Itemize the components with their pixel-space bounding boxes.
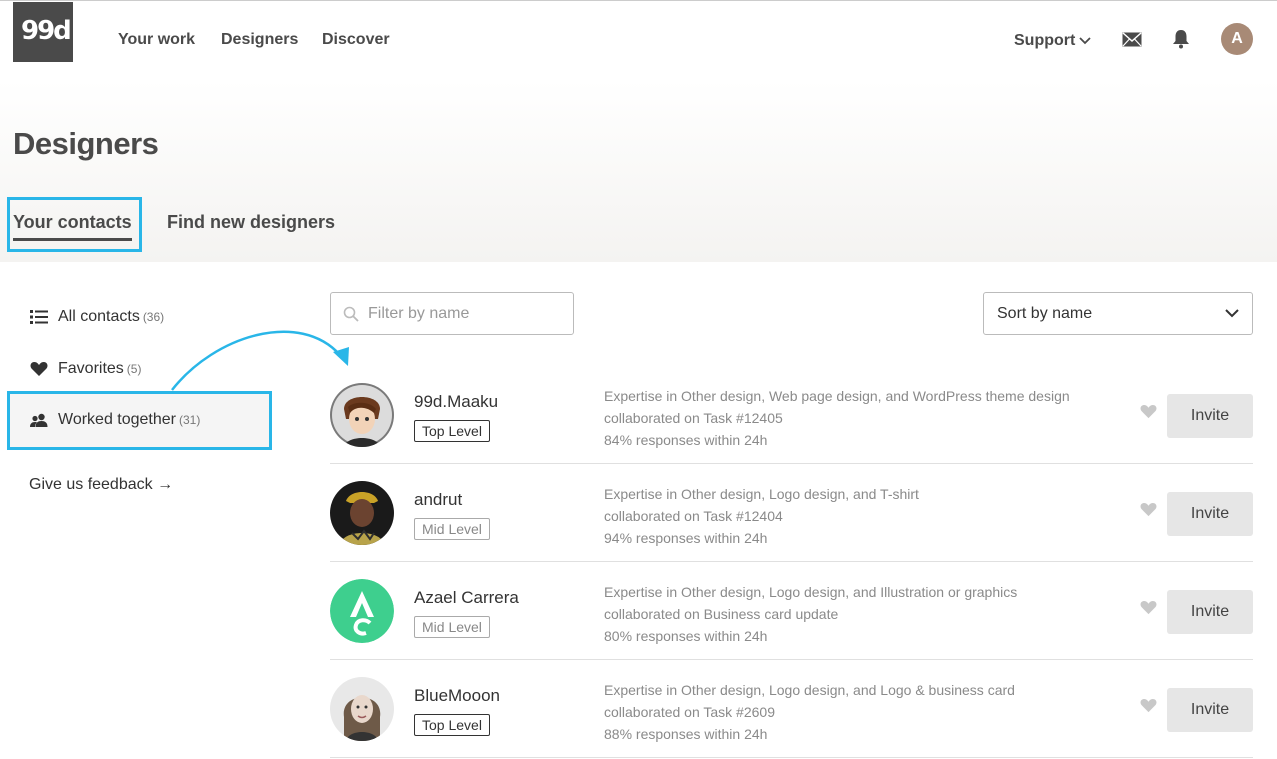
level-badge: Mid Level: [414, 616, 490, 638]
level-badge: Mid Level: [414, 518, 490, 540]
designer-avatar[interactable]: [330, 481, 394, 545]
sidebar-item-label: All contacts: [58, 308, 140, 325]
tab-your-contacts[interactable]: Your contacts: [13, 212, 132, 233]
designer-name[interactable]: BlueMooon: [414, 686, 500, 706]
response-rate-text: 94% responses within 24h: [604, 530, 768, 546]
designer-details: Expertise in Other design, Logo design, …: [604, 483, 919, 549]
search-icon: [343, 306, 359, 322]
designer-name[interactable]: 99d.Maaku: [414, 392, 498, 412]
favorite-heart-icon[interactable]: [1140, 698, 1157, 713]
designer-avatar[interactable]: [330, 579, 394, 643]
collaboration-text: collaborated on Task #12405: [604, 410, 783, 426]
designer-row[interactable]: Azael Carrera Mid Level Expertise in Oth…: [330, 562, 1253, 660]
favorite-heart-icon[interactable]: [1140, 502, 1157, 517]
nav-designers[interactable]: Designers: [221, 31, 298, 49]
support-menu[interactable]: Support: [1014, 32, 1091, 50]
level-badge: Top Level: [414, 420, 490, 442]
sidebar-item-label: Favorites: [58, 360, 124, 377]
filter-placeholder: Filter by name: [368, 305, 470, 322]
favorite-heart-icon[interactable]: [1140, 404, 1157, 419]
designer-row[interactable]: 99d.Maaku Top Level Expertise in Other d…: [330, 366, 1253, 464]
expertise-text: Expertise in Other design, Logo design, …: [604, 584, 1018, 600]
expertise-text: Expertise in Other design, Logo design, …: [604, 682, 1015, 698]
top-bar: 99d Your work Designers Discover Support…: [0, 0, 1277, 80]
collaboration-text: collaborated on Business card update: [604, 606, 839, 622]
sidebar-item-label: Worked together: [58, 411, 176, 428]
sidebar-item-count: (5): [126, 362, 142, 376]
invite-button[interactable]: Invite: [1167, 688, 1253, 732]
expertise-text: Expertise in Other design, Web page desi…: [604, 388, 1070, 404]
sidebar-item-worked-together[interactable]: Worked together (31): [28, 411, 200, 429]
nav-your-work[interactable]: Your work: [118, 31, 195, 49]
people-icon: [30, 413, 48, 427]
designer-row[interactable]: andrut Mid Level Expertise in Other desi…: [330, 464, 1253, 562]
level-badge: Top Level: [414, 714, 490, 736]
collaboration-text: collaborated on Task #2609: [604, 704, 775, 720]
give-feedback-link[interactable]: Give us feedback →: [29, 476, 173, 494]
page-header: Designers Your contacts Find new designe…: [0, 80, 1277, 262]
sidebar-item-count: (36): [142, 310, 165, 324]
active-tab-underline: [13, 238, 132, 241]
sidebar-item-favorites[interactable]: Favorites (5): [28, 360, 141, 378]
sidebar-item-count: (31): [179, 413, 201, 427]
page-title: Designers: [13, 126, 159, 161]
chevron-down-icon: [1225, 309, 1239, 318]
logo[interactable]: 99d: [13, 2, 73, 62]
collaboration-text: collaborated on Task #12404: [604, 508, 783, 524]
list-icon: [30, 309, 48, 324]
designer-details: Expertise in Other design, Logo design, …: [604, 581, 1017, 647]
invite-button[interactable]: Invite: [1167, 590, 1253, 634]
chevron-down-icon: [1079, 37, 1091, 45]
response-rate-text: 80% responses within 24h: [604, 628, 768, 644]
support-label: Support: [1014, 32, 1076, 49]
invite-button[interactable]: Invite: [1167, 394, 1253, 438]
sort-value: Sort by name: [997, 305, 1093, 322]
heart-icon: [30, 361, 48, 376]
tab-find-new-designers[interactable]: Find new designers: [167, 212, 335, 233]
nav-discover[interactable]: Discover: [322, 31, 390, 49]
invite-button[interactable]: Invite: [1167, 492, 1253, 536]
designer-avatar[interactable]: [330, 383, 394, 447]
bell-icon[interactable]: [1172, 29, 1190, 49]
favorite-heart-icon[interactable]: [1140, 600, 1157, 615]
designer-details: Expertise in Other design, Web page desi…: [604, 385, 1070, 451]
response-rate-text: 84% responses within 24h: [604, 432, 768, 448]
designer-row[interactable]: BlueMooon Top Level Expertise in Other d…: [330, 660, 1253, 758]
designer-details: Expertise in Other design, Logo design, …: [604, 679, 1015, 745]
expertise-text: Expertise in Other design, Logo design, …: [604, 486, 919, 502]
filter-input[interactable]: Filter by name: [330, 292, 574, 335]
sort-select[interactable]: Sort by name: [983, 292, 1253, 335]
designer-name[interactable]: andrut: [414, 490, 462, 510]
user-avatar[interactable]: A: [1221, 23, 1253, 55]
sidebar-item-all-contacts[interactable]: All contacts (36): [28, 308, 164, 326]
designer-name[interactable]: Azael Carrera: [414, 588, 519, 608]
response-rate-text: 88% responses within 24h: [604, 726, 768, 742]
mail-icon[interactable]: [1122, 32, 1142, 47]
designer-avatar[interactable]: [330, 677, 394, 741]
